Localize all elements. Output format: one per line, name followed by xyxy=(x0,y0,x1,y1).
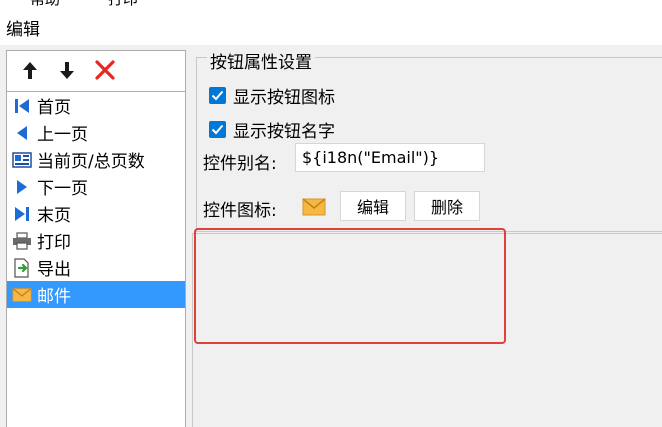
show-name-checkbox-row[interactable]: 显示按钮名字 xyxy=(209,117,335,142)
dialog-titlebar: 编辑 xyxy=(0,7,662,45)
list-item-label: 邮件 xyxy=(37,287,71,307)
list-item-label: 首页 xyxy=(37,98,71,118)
delete-x-icon xyxy=(95,60,115,80)
list-item-label: 当前页/总页数 xyxy=(37,152,145,172)
mail-icon xyxy=(12,285,32,305)
arrow-up-icon xyxy=(23,62,37,79)
list-item-label: 下一页 xyxy=(37,179,88,199)
checkmark-icon xyxy=(211,124,224,135)
last-page-icon xyxy=(12,204,32,224)
mail-icon xyxy=(302,198,326,216)
delete-icon-button[interactable]: 删除 xyxy=(414,191,480,221)
list-item-print[interactable]: 打印 xyxy=(7,227,185,254)
list-item-last-page[interactable]: 末页 xyxy=(7,200,185,227)
previous-page-icon xyxy=(12,123,32,143)
dialog-title: 编辑 xyxy=(6,20,40,40)
list-item-mail[interactable]: 邮件 xyxy=(7,281,185,308)
dialog-content: 首页 上一页 当前页/总页数 下一页 末页 打印 导出 邮件 按钮属性设置 显示… xyxy=(0,45,662,427)
show-icon-label: 显示按钮图标 xyxy=(233,88,335,108)
list-item-page-count[interactable]: 当前页/总页数 xyxy=(7,146,185,173)
edit-icon-button[interactable]: 编辑 xyxy=(340,191,406,221)
group-title: 按钮属性设置 xyxy=(207,48,315,73)
list-item-label: 打印 xyxy=(37,233,71,253)
list-item-label: 末页 xyxy=(37,206,71,226)
list-item-first-page[interactable]: 首页 xyxy=(7,92,185,119)
list-item-label: 导出 xyxy=(37,260,71,280)
menu-item-print[interactable]: 打印 xyxy=(108,0,138,7)
menu-fragment: 帮助 打印 xyxy=(0,0,662,7)
move-up-button[interactable] xyxy=(17,57,43,83)
list-item-export[interactable]: 导出 xyxy=(7,254,185,281)
button-list: 首页 上一页 当前页/总页数 下一页 末页 打印 导出 邮件 xyxy=(7,91,185,308)
show-icon-checkbox-row[interactable]: 显示按钮图标 xyxy=(209,83,335,108)
show-name-checkbox[interactable] xyxy=(209,121,226,138)
move-down-button[interactable] xyxy=(54,57,80,83)
icon-label: 控件图标: xyxy=(203,201,277,221)
first-page-icon xyxy=(12,96,32,116)
list-item-next-page[interactable]: 下一页 xyxy=(7,173,185,200)
show-name-label: 显示按钮名字 xyxy=(233,122,335,142)
export-icon xyxy=(12,257,32,278)
list-toolbar xyxy=(7,51,185,91)
next-page-icon xyxy=(12,177,32,197)
show-icon-checkbox[interactable] xyxy=(209,87,226,104)
checkmark-icon xyxy=(211,90,224,101)
button-list-panel: 首页 上一页 当前页/总页数 下一页 末页 打印 导出 邮件 xyxy=(6,50,186,427)
list-item-previous-page[interactable]: 上一页 xyxy=(7,119,185,146)
alias-label: 控件别名: xyxy=(203,154,277,174)
edit-dialog: 帮助 打印 编辑 xyxy=(0,0,662,427)
printer-icon xyxy=(12,231,32,251)
delete-item-button[interactable] xyxy=(92,57,118,83)
alias-input[interactable] xyxy=(295,143,485,172)
extra-properties-area xyxy=(192,233,662,427)
list-item-label: 上一页 xyxy=(37,125,88,145)
menu-item-help[interactable]: 帮助 xyxy=(30,0,60,7)
page-count-icon xyxy=(12,150,32,170)
arrow-down-icon xyxy=(60,62,74,79)
